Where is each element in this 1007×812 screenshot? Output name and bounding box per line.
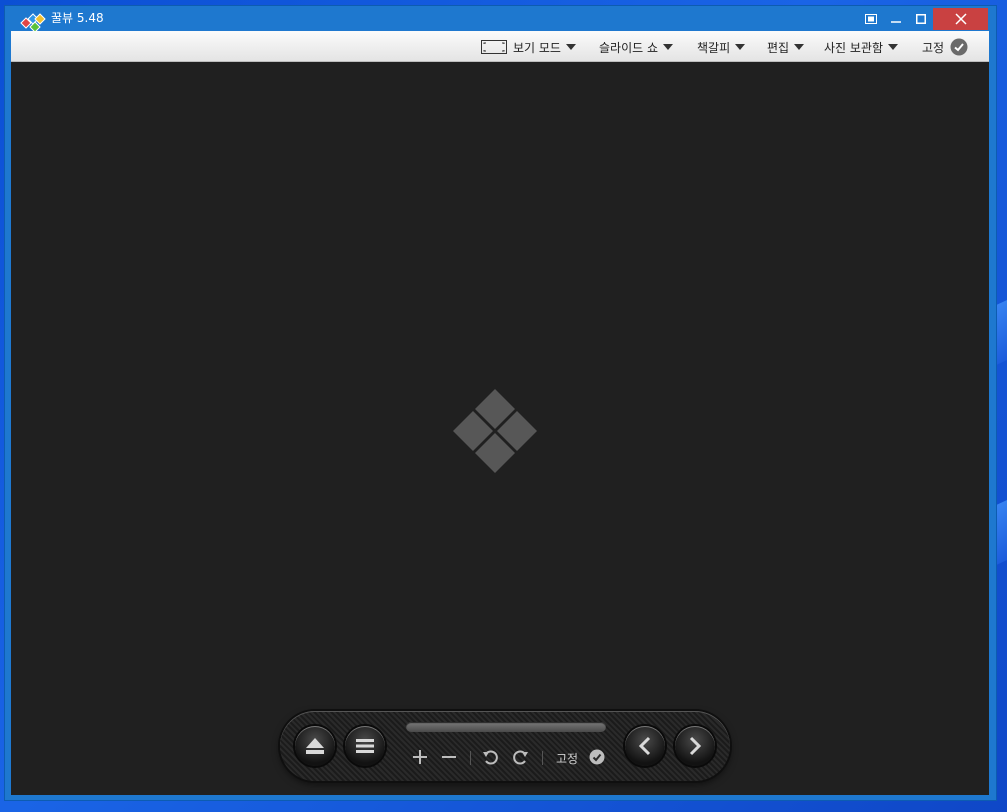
screen-capture-button[interactable] (861, 9, 881, 29)
previous-image-button[interactable] (625, 726, 665, 766)
check-circle-icon (950, 38, 968, 56)
close-icon (954, 13, 967, 25)
menu-bar: 보기 모드 슬라이드 쇼 책갈피 편집 사진 보관함 고정 (11, 31, 989, 62)
menu-view-mode[interactable]: 보기 모드 (481, 38, 576, 56)
chevron-left-icon (638, 736, 651, 756)
control-panel: 고정 (280, 711, 730, 781)
image-viewer-area[interactable]: 고정 (11, 62, 989, 795)
view-mode-icon (481, 40, 507, 54)
maximize-icon (916, 14, 926, 24)
minimize-icon (891, 21, 901, 23)
menu-view-mode-label: 보기 모드 (513, 40, 561, 55)
rotate-left-button[interactable] (480, 747, 500, 767)
menu-photo-album[interactable]: 사진 보관함 (824, 38, 899, 56)
fit-screen-icon (865, 14, 877, 24)
app-window: 꿀뷰 5.48 보기 모드 슬라이드 쇼 책갈피 편집 사진 보관함 고정 고정 (5, 6, 996, 800)
menu-button[interactable] (345, 726, 385, 766)
title-bar[interactable]: 꿀뷰 5.48 (5, 6, 996, 33)
rotate-right-icon (513, 750, 528, 765)
rotate-left-icon (483, 750, 498, 765)
rotate-right-button[interactable] (511, 747, 531, 767)
menu-bookmark[interactable]: 책갈피 (697, 38, 746, 56)
eject-icon (306, 738, 324, 754)
toolbar-divider (542, 751, 543, 765)
minimize-button[interactable] (885, 9, 907, 29)
chevron-down-icon (888, 44, 899, 50)
toolbar-divider (470, 751, 471, 765)
chevron-down-icon (565, 44, 576, 50)
zoom-out-button[interactable] (439, 747, 459, 767)
menu-edit-label: 편집 (767, 40, 790, 55)
controller-pin-label[interactable]: 고정 (556, 750, 578, 767)
menu-bookmark-label: 책갈피 (697, 40, 731, 55)
honeyview-logo-icon (453, 389, 537, 473)
menu-edit[interactable]: 편집 (767, 38, 805, 56)
check-circle-icon (589, 749, 605, 765)
zoom-in-button[interactable] (410, 747, 430, 767)
chevron-right-icon (689, 736, 702, 756)
menu-photo-album-label: 사진 보관함 (824, 40, 884, 55)
hamburger-menu-icon (356, 739, 374, 753)
maximize-button[interactable] (910, 9, 932, 29)
controller-pin-toggle[interactable] (588, 747, 606, 767)
next-image-button[interactable] (675, 726, 715, 766)
pin-label: 고정 (922, 40, 945, 55)
menu-slideshow[interactable]: 슬라이드 쇼 (599, 38, 674, 56)
minus-icon (442, 756, 456, 758)
window-title: 꿀뷰 5.48 (51, 11, 104, 25)
close-button[interactable] (933, 8, 988, 30)
menu-slideshow-label: 슬라이드 쇼 (599, 40, 659, 55)
plus-icon (413, 750, 427, 764)
chevron-down-icon (663, 44, 674, 50)
progress-slider[interactable] (406, 722, 606, 732)
chevron-down-icon (735, 44, 746, 50)
pin-toggle[interactable]: 고정 (922, 38, 968, 56)
open-file-button[interactable] (295, 726, 335, 766)
chevron-down-icon (794, 44, 805, 50)
